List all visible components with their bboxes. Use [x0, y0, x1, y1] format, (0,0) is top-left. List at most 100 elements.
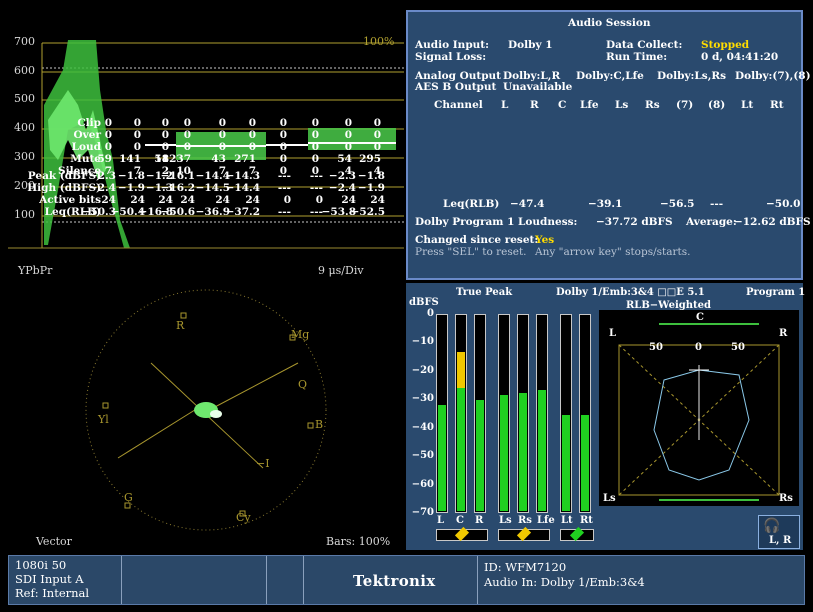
table-cell: 0 — [133, 141, 141, 153]
table-cell: --- — [277, 206, 291, 218]
lissajous-display: C L R 50 0 50 Ls Rs — [599, 310, 799, 506]
table-cell: 0 — [315, 194, 323, 206]
table-cell: 0 — [279, 153, 287, 165]
lissajous-l-label: L — [609, 328, 617, 339]
audio-meters-pane[interactable]: True Peak Dolby 1/Emb:3&4 □□E 5.1 Progra… — [406, 283, 806, 550]
meter-bar-r — [474, 314, 486, 513]
meter-tick: −30 — [411, 393, 434, 405]
true-peak-label: True Peak — [456, 287, 513, 298]
table-cell: 59 — [97, 153, 112, 165]
table-cell: --- — [309, 182, 323, 194]
row-label: Active bits — [39, 194, 101, 206]
table-cell: 0 — [133, 117, 141, 129]
table-cell: 24 — [180, 194, 195, 206]
waveform-tick-600: 600 — [14, 64, 35, 77]
column-header: (8) — [708, 99, 726, 111]
row-label: Loud — [71, 141, 101, 153]
lissajous-ls-label: Ls — [603, 493, 616, 504]
meter-tick: −40 — [411, 421, 434, 433]
run-time-label: Run Time: — [606, 51, 668, 63]
instrument-id: ID: WFM7120 — [484, 560, 567, 574]
sdi-input: SDI Input A — [15, 572, 84, 586]
vectorscope-graticule — [85, 289, 327, 531]
meter-bar-l — [436, 314, 448, 513]
meter-channel-label: Rs — [518, 515, 532, 526]
table-cell: −1.8 — [117, 170, 145, 182]
lissajous-scale-center: 0 — [695, 342, 702, 353]
table-cell: 0 — [183, 117, 191, 129]
table-cell: 24 — [158, 194, 173, 206]
table-cell: 24 — [101, 194, 116, 206]
vector-target-r: R — [176, 319, 185, 332]
table-cell: 0 — [344, 129, 352, 141]
table-cell: 24 — [130, 194, 145, 206]
table-cell: −1.8 — [357, 170, 385, 182]
vector-target-yl: Yl — [98, 413, 109, 426]
table-cell: 0 — [104, 141, 112, 153]
table-cell: −14.4 — [225, 182, 260, 194]
column-header: R — [530, 99, 539, 111]
table-cell: 271 — [234, 153, 256, 165]
vector-label: Vector — [36, 535, 72, 548]
audio-session-panel[interactable]: Audio Session Audio Input: Dolby 1 Data … — [27, 10, 811, 280]
table-cell: −16.2 — [160, 182, 195, 194]
leq-pair-clfe: −39.1 — [588, 198, 623, 210]
analog-output-lsrs: Dolby:Ls,Rs — [657, 70, 727, 82]
table-cell: 0 — [248, 117, 256, 129]
vector-target-i: −I — [256, 457, 270, 470]
leq-pair-lr: −47.4 — [510, 198, 545, 210]
balance-indicator — [436, 526, 488, 542]
vector-target-g: G — [124, 491, 133, 504]
column-header: Ls — [615, 99, 629, 111]
reference-source: Ref: Internal — [15, 586, 90, 600]
program-label: Program 1 — [746, 287, 806, 298]
row-label: Mute — [70, 153, 101, 165]
lissajous-rs-label: Rs — [779, 493, 793, 504]
table-cell: 24 — [370, 194, 385, 206]
status-cell-signal: 1080i 50 SDI Input A Ref: Internal — [9, 556, 122, 604]
waveform-tick-700: 700 — [14, 35, 35, 48]
meter-tick: −60 — [411, 478, 434, 490]
table-cell: 0 — [279, 129, 287, 141]
signal-loss-label: Signal Loss: — [415, 51, 487, 63]
table-cell: 0 — [373, 141, 381, 153]
table-cell: 18237 — [154, 153, 191, 165]
lissajous-scale-right: 50 — [731, 342, 745, 353]
audio-input-label: Audio Input: — [415, 39, 490, 51]
table-cell: 0 — [248, 129, 256, 141]
table-cell: 0 — [104, 129, 112, 141]
table-cell: −2.4 — [88, 182, 116, 194]
meter-channel-label: Rt — [580, 515, 593, 526]
column-header: L — [501, 99, 509, 111]
meter-channel-label: R — [475, 515, 484, 526]
average-value: −12.62 dBFS — [734, 216, 811, 228]
table-cell: −1.9 — [117, 182, 145, 194]
meter-tick: −10 — [411, 336, 434, 348]
table-cell: 0 — [373, 129, 381, 141]
column-header: (7) — [676, 99, 694, 111]
lissajous-r-label: R — [779, 328, 788, 339]
waveform-percent-label: 100% — [363, 35, 395, 48]
waveform-tick-300: 300 — [14, 150, 35, 163]
meter-source-label: Dolby 1/Emb:3&4 □□E 5.1 — [556, 287, 705, 298]
vector-pane[interactable]: R Mg Q B −I Cy G Yl Vector Bars: 100% — [8, 283, 404, 550]
loudness-label: Dolby Program 1 Loudness: — [415, 216, 578, 228]
channel-indicator[interactable]: 🎧 L, R — [758, 515, 800, 549]
table-cell: 0 — [283, 194, 291, 206]
status-cell-empty-2 — [266, 556, 304, 604]
data-collect-label: Data Collect: — [606, 39, 683, 51]
table-cell: 0 — [279, 141, 287, 153]
table-cell: 0 — [161, 117, 169, 129]
meter-bar-lt — [560, 314, 572, 513]
leq-pair-78: --- — [710, 198, 724, 210]
table-cell: 0 — [218, 141, 226, 153]
lissajous-scale-left: 50 — [649, 342, 663, 353]
meter-tick: 0 — [427, 308, 434, 319]
meter-bar-c — [455, 314, 467, 513]
table-cell: −16.1 — [160, 170, 195, 182]
loudness-value: −37.72 dBFS — [596, 216, 673, 228]
table-cell: −2.3 — [328, 170, 356, 182]
channel-header: Channel — [434, 99, 483, 111]
table-cell: 0 — [161, 129, 169, 141]
meter-channel-label: L — [437, 515, 445, 526]
